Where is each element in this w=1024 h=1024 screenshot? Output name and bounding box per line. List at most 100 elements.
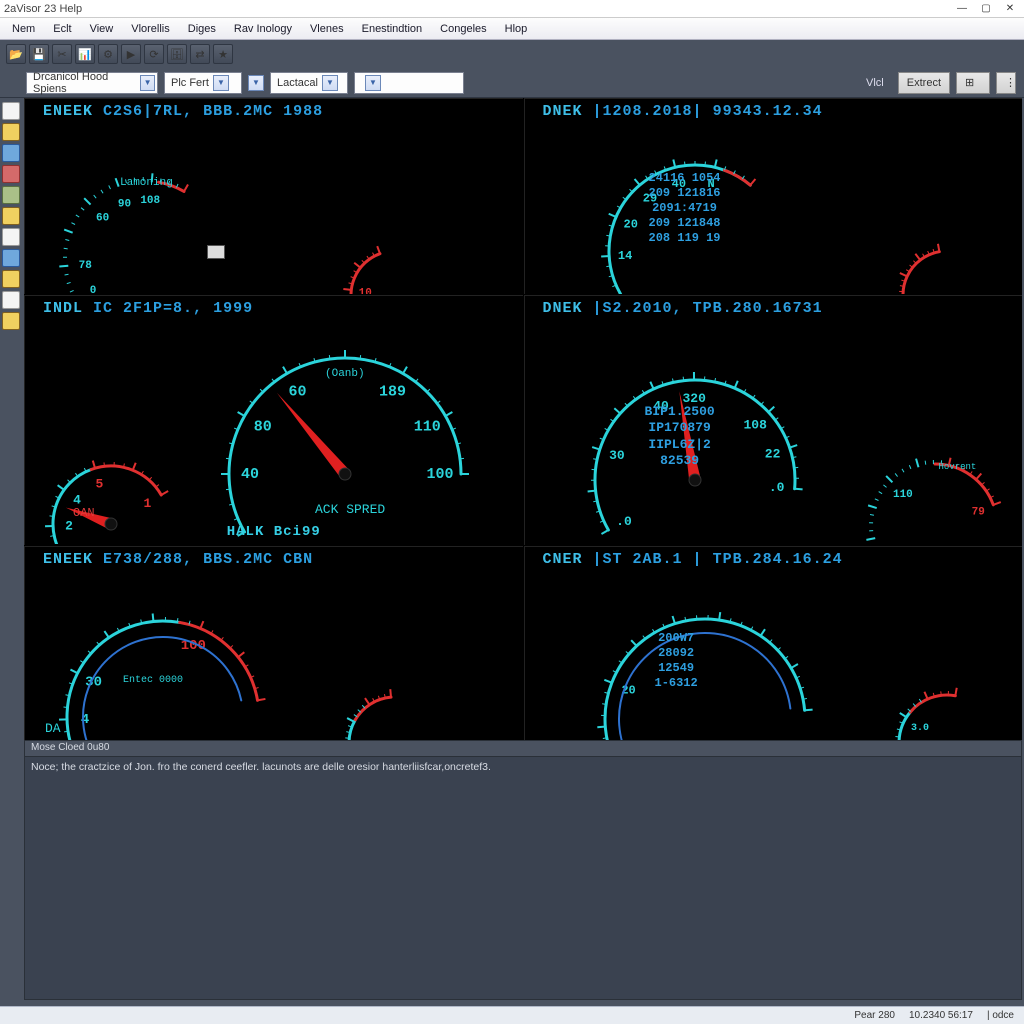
menu-vlor[interactable]: Vlorellis (127, 21, 174, 37)
svg-text:30: 30 (609, 448, 625, 463)
gear-icon[interactable]: ⚙ (98, 44, 118, 64)
combo-local-label: Lactacal (277, 77, 318, 89)
gauge-speedo: 20 (565, 569, 845, 742)
chevron-down-icon[interactable]: ▼ (322, 75, 338, 91)
menu-enest[interactable]: Enestindtion (358, 21, 427, 37)
menu-edit[interactable]: Eclt (49, 21, 75, 37)
side-folder3-icon[interactable] (2, 312, 20, 330)
menubar: Nem Eclt View Vlorellis Diges Rav Inolog… (0, 18, 1024, 40)
svg-text:3.0: 3.0 (911, 723, 929, 734)
label-ackspred: ACK SPRED (315, 502, 385, 517)
side-alert-icon[interactable] (2, 165, 20, 183)
tool-button-a[interactable]: ⊞ (956, 72, 990, 94)
label-halk: HALK Bci99 (227, 524, 321, 540)
close-button[interactable]: ✕ (1000, 2, 1020, 16)
panel-dnek-2: DNEK |S2.2010, TPB.280.16731 .0304032010… (524, 295, 1023, 545)
side-chart-icon[interactable] (2, 144, 20, 162)
side-folder-icon[interactable] (2, 123, 20, 141)
minimize-button[interactable]: — (952, 2, 972, 16)
gauge-tach: 0786090108 (35, 119, 235, 294)
menu-nem[interactable]: Nem (8, 21, 39, 37)
combo-extra[interactable]: ▼ (354, 72, 464, 94)
indicator-box (207, 245, 225, 259)
menu-rav[interactable]: Rav Inology (230, 21, 296, 37)
panel-eneek-1: ENEEK C2S6|7RL, BBB.2MC 1988 0786090108 … (24, 98, 523, 294)
combo-source-label: Drcanicol Hood Spiens (33, 71, 136, 95)
svg-text:.0: .0 (768, 480, 784, 495)
combo-profile-label: Plc Fert (171, 77, 209, 89)
side-page-icon[interactable] (2, 228, 20, 246)
combo-profile[interactable]: Plc Fert ▼ (164, 72, 242, 94)
extract-button[interactable]: Extrect (898, 72, 950, 94)
save-icon[interactable]: 💾 (29, 44, 49, 64)
star-icon[interactable]: ★ (213, 44, 233, 64)
console-body: Noce; the cractzice of Jon. fro the cone… (25, 757, 1021, 777)
label-oanb: (Oanb) (325, 368, 365, 380)
side-folder2-icon[interactable] (2, 207, 20, 225)
menu-diges[interactable]: Diges (184, 21, 220, 37)
gauge-small-red: 10 (335, 227, 455, 294)
menu-vlenes[interactable]: Vlenes (306, 21, 348, 37)
digital-block: BIP1.2500IP170879 IIPL6Z|282539 (645, 404, 715, 469)
chart-icon[interactable]: 📊 (75, 44, 95, 64)
gauge-stage: ENEEK C2S6|7RL, BBB.2MC 1988 0786090108 … (24, 98, 1022, 740)
panel-header: ENEEK E738/288, BBS.2MC CBN (43, 551, 313, 568)
cut-icon[interactable]: ✂ (52, 44, 72, 64)
panel-header: DNEK |S2.2010, TPB.280.16731 (543, 300, 823, 317)
svg-text:.0: .0 (616, 514, 632, 529)
svg-text:189: 189 (379, 384, 406, 401)
digital-block: 200W728092 125491-6312 (655, 631, 698, 691)
console-header: Mose Cloed 0u80 (25, 741, 1021, 757)
svg-text:90: 90 (118, 199, 131, 211)
side-toolbar (0, 98, 24, 1024)
menu-view[interactable]: View (86, 21, 118, 37)
side-db-icon[interactable] (2, 249, 20, 267)
combo-source[interactable]: Drcanicol Hood Spiens ▼ (26, 72, 158, 94)
panel-header: CNER |ST 2AB.1 | TPB.284.16.24 (543, 551, 843, 568)
open-icon[interactable]: 📂 (6, 44, 26, 64)
toolbar: 📂 💾 ✂ 📊 ⚙ ▶ ⟳ 🗄 ⇄ ★ (0, 40, 1024, 68)
panel-dnek-1: DNEK |1208.2018| 99343.12.34 14202940N 2… (524, 98, 1023, 294)
svg-text:60: 60 (96, 213, 109, 225)
refresh-icon[interactable]: ⟳ (144, 44, 164, 64)
panel-indl: INDL IC 2F1P=8., 1999 12451 OAN 40806018… (24, 295, 523, 545)
side-gauge-icon[interactable] (2, 186, 20, 204)
svg-text:14: 14 (617, 249, 631, 263)
status-a: Pear 280 (854, 1010, 895, 1021)
gauge-small-right: 611079 (855, 396, 1015, 545)
db-icon[interactable]: 🗄 (167, 44, 187, 64)
menu-help[interactable]: Hlop (501, 21, 532, 37)
status-bar: Pear 280 10.2340 56:17 | odce (0, 1006, 1024, 1024)
view-link[interactable]: Vlcl (858, 72, 892, 94)
maximize-button[interactable]: ▢ (976, 2, 996, 16)
combo-local[interactable]: Lactacal ▼ (270, 72, 348, 94)
tool-button-b[interactable]: ⋮ (996, 72, 1016, 94)
panel-eneek-2: ENEEK E738/288, BBS.2MC CBN 430100 Entec… (24, 546, 523, 742)
chevron-down-icon[interactable]: ▼ (213, 75, 229, 91)
panel-header: ENEEK C2S6|7RL, BBB.2MC 1988 (43, 103, 323, 120)
svg-text:2: 2 (65, 518, 73, 533)
svg-text:110: 110 (892, 489, 912, 501)
side-doc2-icon[interactable] (2, 291, 20, 309)
gauge-dual: 430100 (33, 567, 293, 742)
chevron-down-icon[interactable]: ▼ (248, 75, 264, 91)
svg-text:108: 108 (743, 417, 767, 432)
side-box-icon[interactable] (2, 270, 20, 288)
label-lamoning: Lamoning (120, 177, 173, 189)
menu-cong[interactable]: Congeles (436, 21, 490, 37)
side-doc-icon[interactable] (2, 102, 20, 120)
label-da: DA (45, 721, 61, 736)
chevron-down-icon[interactable]: ▼ (140, 75, 155, 91)
label-hovrent: Hovrent (939, 462, 977, 472)
chevron-down-icon[interactable]: ▼ (365, 75, 381, 91)
titlebar: 2aVisor 23 Help — ▢ ✕ (0, 0, 1024, 18)
svg-text:80: 80 (254, 419, 272, 436)
swap-icon[interactable]: ⇄ (190, 44, 210, 64)
svg-text:10: 10 (359, 288, 372, 294)
gauge-small-red (335, 675, 455, 742)
svg-text:1: 1 (143, 496, 151, 511)
svg-text:100: 100 (426, 466, 453, 483)
gauge-small-red (887, 227, 1007, 294)
svg-text:20: 20 (623, 217, 637, 231)
play-icon[interactable]: ▶ (121, 44, 141, 64)
